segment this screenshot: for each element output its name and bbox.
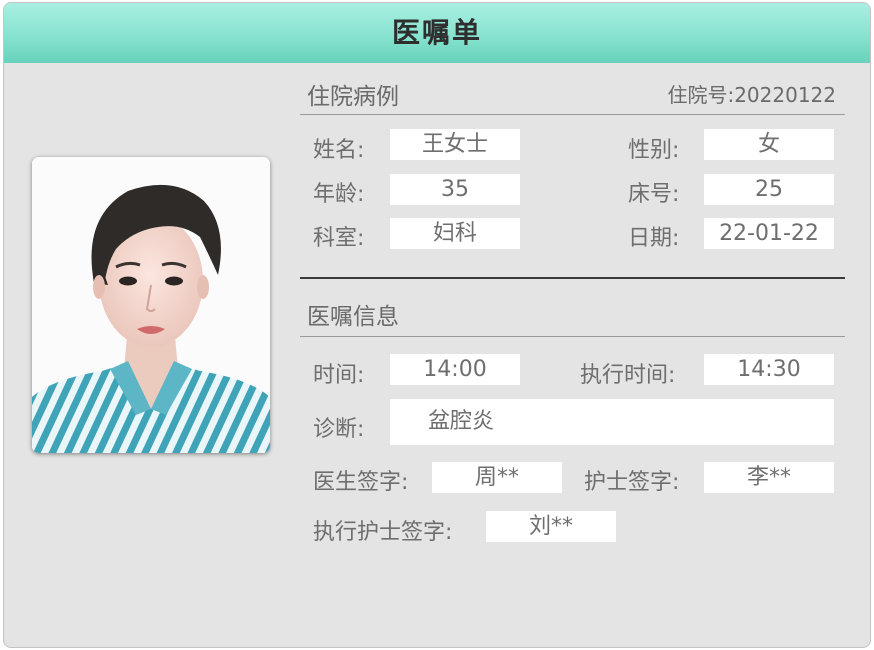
gender-field[interactable]: 女 [704,129,834,160]
exec-time-label: 执行时间: [580,363,676,388]
name-field[interactable]: 王女士 [390,129,520,160]
divider [300,114,845,115]
gender-label: 性别: [628,138,680,163]
order-section-title: 医嘱信息 [307,304,399,330]
diagnosis-field[interactable]: 盆腔炎 [390,399,834,445]
date-field[interactable]: 22-01-22 [704,218,834,249]
date-label: 日期: [628,226,680,251]
case-section-title: 住院病例 [307,84,399,110]
section-divider [300,277,845,279]
nurse-sign-field[interactable]: 李** [704,462,834,493]
exec-nurse-sign-field[interactable]: 刘** [486,511,616,542]
time-label: 时间: [313,363,365,388]
divider [300,336,845,337]
age-field[interactable]: 35 [390,174,520,205]
medical-order-card: 医嘱单 住院病例 住院号:20220122 姓名: 王女士 性别: 女 年龄: … [3,2,871,648]
diagnosis-label: 诊断: [313,417,365,442]
bed-label: 床号: [628,182,680,207]
patient-photo [32,157,270,453]
nurse-sign-label: 护士签字: [584,470,680,495]
name-label: 姓名: [313,138,365,163]
exec-time-field[interactable]: 14:30 [704,354,834,385]
bed-field[interactable]: 25 [704,174,834,205]
admission-number-value: 20220122 [734,83,836,107]
time-field[interactable]: 14:00 [390,354,520,385]
page-title: 医嘱单 [391,16,482,49]
doctor-sign-label: 医生签字: [313,470,409,495]
exec-nurse-sign-label: 执行护士签字: [313,520,453,545]
age-label: 年龄: [313,182,365,207]
admission-number-label: 住院号: [667,83,735,107]
department-field[interactable]: 妇科 [390,218,520,249]
doctor-sign-field[interactable]: 周** [432,462,562,493]
card-header: 医嘱单 [4,3,870,63]
admission-number: 住院号:20220122 [667,79,836,108]
patient-portrait-icon [32,157,270,453]
department-label: 科室: [313,226,365,251]
